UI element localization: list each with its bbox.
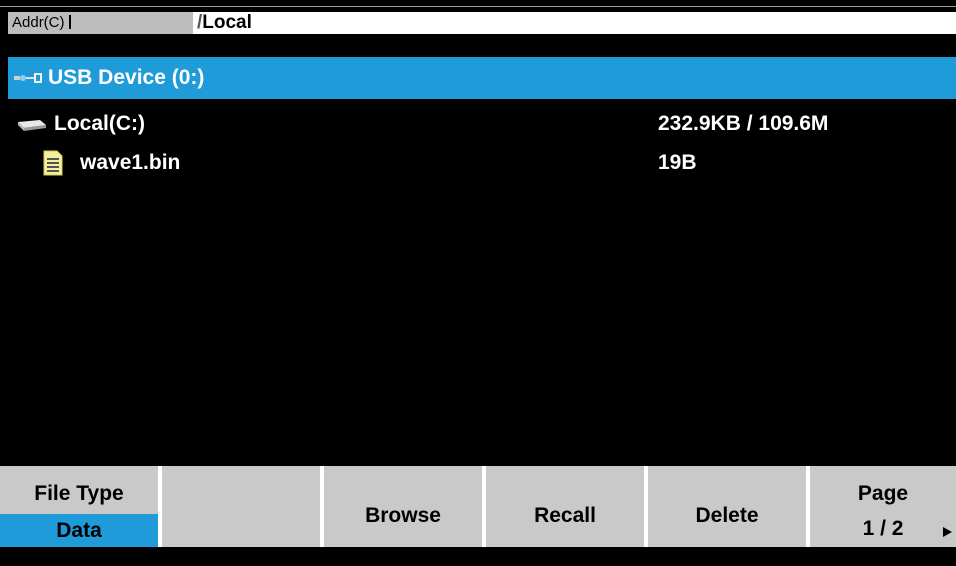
page-number: 1 / 2 xyxy=(862,517,904,540)
local-drive-size: 232.9KB / 109.6M xyxy=(658,112,829,135)
browse-label: Browse xyxy=(365,504,441,527)
page-label: Page xyxy=(857,482,909,505)
file-type-softkey[interactable]: File Type Data xyxy=(0,466,158,547)
address-bar: Addr(C) /Local xyxy=(0,0,956,36)
disk-icon xyxy=(18,120,46,131)
usb-icon xyxy=(14,73,42,83)
file-size: 19B xyxy=(658,151,697,174)
usb-device-row[interactable]: USB Device (0:) xyxy=(8,57,956,99)
address-path: /Local xyxy=(193,12,956,34)
browse-button[interactable]: Browse xyxy=(324,466,482,547)
address-path-text: Local xyxy=(202,12,252,33)
recall-button[interactable]: Recall xyxy=(486,466,644,547)
file-browser-panel: USB Device (0:) Local(C:) 232.9KB / 109.… xyxy=(8,50,956,460)
file-row[interactable]: wave1.bin 19B xyxy=(8,142,956,184)
delete-button[interactable]: Delete xyxy=(648,466,806,547)
blank-softkey[interactable] xyxy=(162,466,320,547)
file-type-label: File Type xyxy=(34,482,124,505)
local-drive-label: Local(C:) xyxy=(54,112,145,135)
local-drive-row[interactable]: Local(C:) 232.9KB / 109.6M xyxy=(8,103,956,145)
usb-device-label: USB Device (0:) xyxy=(48,66,205,89)
blank-softkey-label xyxy=(162,466,320,547)
file-name: wave1.bin xyxy=(80,151,181,174)
document-icon xyxy=(43,150,63,176)
page-next-arrow-icon xyxy=(943,527,952,537)
address-bar-divider xyxy=(0,6,956,7)
address-prefix: Addr(C) xyxy=(8,12,193,34)
softkey-bar: File Type Data Browse Recall Delete Page… xyxy=(0,466,956,547)
delete-label: Delete xyxy=(695,504,759,527)
address-prefix-label: Addr(C) xyxy=(12,14,65,31)
recall-label: Recall xyxy=(534,504,596,527)
address-cursor xyxy=(68,15,71,29)
page-softkey[interactable]: Page 1 / 2 xyxy=(810,466,956,547)
file-type-value: Data xyxy=(0,514,158,547)
